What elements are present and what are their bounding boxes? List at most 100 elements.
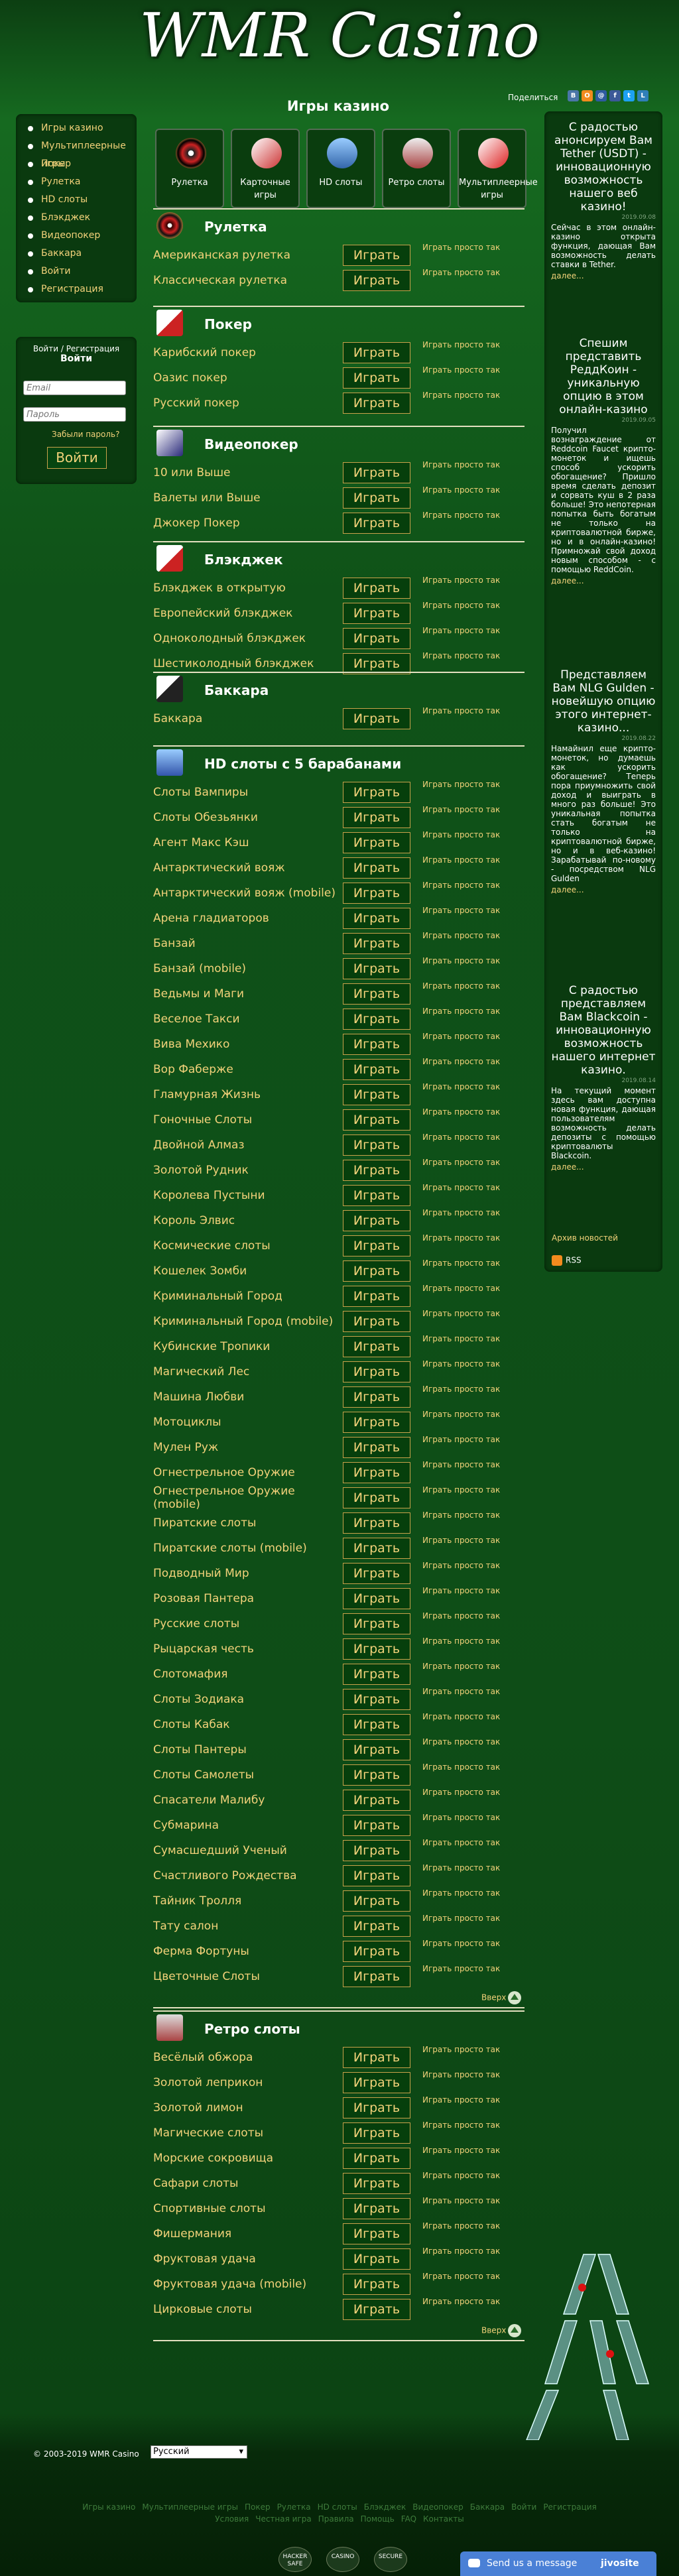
- play-button[interactable]: Играть: [343, 578, 410, 599]
- play-button[interactable]: Играть: [343, 393, 410, 414]
- game-link[interactable]: Морские сокровища: [153, 2152, 273, 2165]
- play-free-link[interactable]: Играть просто так: [422, 1510, 500, 1520]
- play-free-link[interactable]: Играть просто так: [422, 1863, 500, 1872]
- play-free-link[interactable]: Играть просто так: [422, 1813, 500, 1822]
- play-button[interactable]: Играть: [343, 883, 410, 904]
- play-button[interactable]: Играть: [343, 782, 410, 803]
- game-link[interactable]: Тайник Тролля: [153, 1894, 241, 1908]
- play-button[interactable]: Играть: [343, 1084, 410, 1105]
- game-link[interactable]: Валеты или Выше: [153, 491, 261, 505]
- play-free-link[interactable]: Играть просто так: [422, 1133, 500, 1142]
- play-button[interactable]: Играть: [343, 1210, 410, 1231]
- play-free-link[interactable]: Играть просто так: [422, 2070, 500, 2079]
- play-free-link[interactable]: Играть просто так: [422, 1032, 500, 1041]
- game-link[interactable]: Карибский покер: [153, 346, 256, 359]
- game-link[interactable]: Мотоциклы: [153, 1416, 221, 1429]
- footer-link-помощь[interactable]: Помощь: [361, 2514, 395, 2524]
- play-button[interactable]: Играть: [343, 857, 410, 879]
- game-link[interactable]: Гламурная Жизнь: [153, 1088, 261, 1101]
- game-link[interactable]: Космические слоты: [153, 1239, 271, 1253]
- play-free-link[interactable]: Играть просто так: [422, 1939, 500, 1948]
- play-free-link[interactable]: Играть просто так: [422, 981, 500, 991]
- game-link[interactable]: Слоты Зодиака: [153, 1693, 244, 1706]
- register-link[interactable]: Регистрация: [66, 344, 119, 353]
- site-logo[interactable]: WMR Casino: [0, 0, 679, 72]
- game-link[interactable]: Слоты Кабак: [153, 1718, 230, 1731]
- news-title[interactable]: Спешим представить РеддКоин - уникальную…: [551, 337, 656, 416]
- play-free-link[interactable]: Играть просто так: [422, 881, 500, 890]
- play-button[interactable]: Играть: [343, 2173, 410, 2194]
- play-free-link[interactable]: Играть просто так: [422, 626, 500, 635]
- footer-link-мультиплеерные-игры[interactable]: Мультиплеерные игры: [142, 2502, 238, 2512]
- category-hd-slots[interactable]: HD слоты: [306, 129, 375, 208]
- category-multiplayer[interactable]: Мультиплеерные игры: [458, 129, 538, 208]
- footer-link-баккара[interactable]: Баккара: [470, 2502, 505, 2512]
- game-link[interactable]: Ферма Фортуны: [153, 1945, 249, 1958]
- play-button[interactable]: Играть: [343, 2148, 410, 2169]
- game-link[interactable]: Магические слоты: [153, 2126, 263, 2140]
- play-free-link[interactable]: Играть просто так: [422, 2272, 500, 2281]
- game-link[interactable]: Вор Фаберже: [153, 1063, 233, 1076]
- game-link[interactable]: Слоты Самолеты: [153, 1768, 254, 1782]
- menu-item-hd-слоты[interactable]: HD слоты: [16, 191, 137, 209]
- play-button[interactable]: Играть: [343, 1009, 410, 1030]
- play-free-link[interactable]: Играть просто так: [422, 1611, 500, 1621]
- play-button[interactable]: Играть: [343, 2122, 410, 2144]
- game-link[interactable]: Блэкджек в открытую: [153, 582, 286, 595]
- play-button[interactable]: Играть: [343, 603, 410, 624]
- game-link[interactable]: Банзай: [153, 937, 196, 950]
- news-title[interactable]: С радостью анонсируем Вам Tether (USDT) …: [551, 121, 656, 214]
- category-retro-slots[interactable]: Ретро слоты: [382, 129, 451, 208]
- news-more-link[interactable]: далее...: [551, 271, 656, 280]
- footer-link-игры-казино[interactable]: Игры казино: [82, 2502, 135, 2512]
- play-free-link[interactable]: Играть просто так: [422, 1208, 500, 1217]
- game-link[interactable]: Фишермания: [153, 2227, 231, 2240]
- play-button[interactable]: Играть: [343, 1764, 410, 1786]
- play-button[interactable]: Играть: [343, 2072, 410, 2093]
- play-free-link[interactable]: Играть просто так: [422, 1914, 500, 1923]
- play-free-link[interactable]: Играть просто так: [422, 1737, 500, 1747]
- play-free-link[interactable]: Играть просто так: [422, 1183, 500, 1192]
- play-button[interactable]: Играть: [343, 1034, 410, 1055]
- play-free-link[interactable]: Играть просто так: [422, 1586, 500, 1595]
- play-free-link[interactable]: Играть просто так: [422, 1687, 500, 1696]
- footer-link-условия[interactable]: Условия: [215, 2514, 249, 2524]
- forgot-password-link[interactable]: Забыли пароль?: [52, 430, 119, 439]
- play-button[interactable]: Играть: [343, 1386, 410, 1408]
- back-to-top-link[interactable]: Вверх: [481, 2324, 522, 2337]
- odnoklassniki-icon[interactable]: O: [582, 90, 593, 101]
- play-button[interactable]: Играть: [343, 807, 410, 828]
- play-button[interactable]: Играть: [343, 1462, 410, 1483]
- footer-link-блэкджек[interactable]: Блэкджек: [364, 2502, 406, 2512]
- news-more-link[interactable]: далее...: [551, 885, 656, 894]
- game-link[interactable]: Двойной Алмаз: [153, 1138, 245, 1152]
- play-free-link[interactable]: Играть просто так: [422, 1284, 500, 1293]
- game-link[interactable]: Счастливого Рождества: [153, 1869, 297, 1882]
- play-free-link[interactable]: Играть просто так: [422, 1410, 500, 1419]
- play-button[interactable]: Играть: [343, 1815, 410, 1836]
- play-free-link[interactable]: Играть просто так: [422, 1536, 500, 1545]
- play-button[interactable]: Играть: [343, 1286, 410, 1307]
- news-title[interactable]: С радостью представляем Вам Blackcoin - …: [551, 984, 656, 1077]
- game-link[interactable]: Золотой леприкон: [153, 2076, 263, 2089]
- game-link[interactable]: Пиратские слоты (mobile): [153, 1542, 307, 1555]
- footer-link-честная-игра[interactable]: Честная игра: [255, 2514, 312, 2524]
- play-free-link[interactable]: Играть просто так: [422, 511, 500, 520]
- login-link[interactable]: Войти: [33, 344, 58, 353]
- menu-item-игры-казино[interactable]: Игры казино: [16, 119, 137, 137]
- play-button[interactable]: Играть: [343, 462, 410, 483]
- play-free-link[interactable]: Играть просто так: [422, 460, 500, 469]
- game-link[interactable]: Американская рулетка: [153, 249, 290, 262]
- footer-link-рулетка[interactable]: Рулетка: [277, 2502, 311, 2512]
- play-free-link[interactable]: Играть просто так: [422, 601, 500, 610]
- play-free-link[interactable]: Играть просто так: [422, 1007, 500, 1016]
- game-link[interactable]: Субмарина: [153, 1819, 219, 1832]
- play-free-link[interactable]: Играть просто так: [422, 268, 500, 277]
- play-free-link[interactable]: Играть просто так: [422, 1384, 500, 1394]
- game-link[interactable]: Фруктовая удача (mobile): [153, 2278, 306, 2291]
- play-free-link[interactable]: Играть просто так: [422, 706, 500, 715]
- game-link[interactable]: Русские слоты: [153, 1617, 239, 1630]
- game-link[interactable]: Рыцарская честь: [153, 1642, 254, 1656]
- play-free-link[interactable]: Играть просто так: [422, 1662, 500, 1671]
- game-link[interactable]: Мулен Руж: [153, 1441, 218, 1454]
